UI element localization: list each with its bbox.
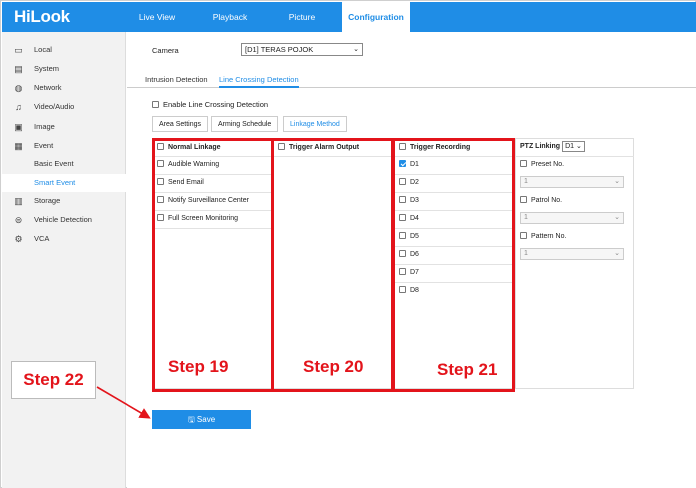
sidebar-item-label: System [34, 64, 60, 73]
pattern-row[interactable]: Pattern No. [520, 231, 566, 243]
hilook-logo: HiLook [14, 7, 70, 26]
patrol-value: 1 [524, 214, 528, 221]
event-icon: ▦ [14, 141, 23, 151]
sidebar-item-label: Storage [34, 196, 61, 205]
nav-live-view[interactable]: Live View [127, 2, 187, 32]
save-button[interactable]: 🖫 Save [152, 410, 251, 429]
video-audio-icon: ♫ [15, 102, 22, 112]
save-label: Save [196, 415, 216, 424]
image-icon: ▣ [14, 122, 23, 132]
preset-row[interactable]: Preset No. [520, 159, 564, 171]
sidebar-item-vca[interactable]: ⚙ VCA [2, 230, 126, 248]
checkbox[interactable] [520, 232, 527, 239]
ptz-linking-header: PTZ Linking D1 ⌄ [520, 140, 585, 154]
tab-line-crossing-detection[interactable]: Line Crossing Detection [219, 75, 299, 88]
step22-arrow-icon [96, 386, 151, 419]
step22-label: Step 22 [11, 361, 96, 399]
sidebar-item-basic-event[interactable]: Basic Event [2, 155, 126, 173]
sidebar-item-label: Image [34, 122, 55, 131]
preset-select[interactable]: 1 ⌄ [520, 176, 624, 188]
subtab-arming-schedule[interactable]: Arming Schedule [211, 116, 279, 132]
enable-checkbox[interactable] [152, 101, 159, 108]
sidebar-item-label: Local [34, 45, 52, 54]
preset-label: Preset No. [531, 161, 565, 168]
sidebar-item-image[interactable]: ▣ Image [2, 118, 126, 136]
sidebar-item-local[interactable]: ▭ Local [2, 41, 126, 59]
system-icon: ▤ [14, 64, 23, 74]
ptz-channel-select[interactable]: D1 ⌄ [562, 141, 585, 152]
sidebar-item-label: Basic Event [34, 159, 74, 168]
checkbox[interactable] [520, 196, 527, 203]
ptz-channel-value: D1 [565, 143, 575, 150]
nav-configuration[interactable]: Configuration [342, 2, 410, 32]
patrol-row[interactable]: Patrol No. [520, 195, 562, 207]
subtab-area-settings[interactable]: Area Settings [152, 116, 209, 132]
chevron-down-icon: ⌄ [614, 178, 620, 185]
sidebar-item-label: Event [34, 141, 54, 150]
preset-value: 1 [524, 178, 528, 185]
camera-select-value: [D1] TERAS POJOK [245, 45, 314, 54]
sidebar-item-storage[interactable]: ▥ Storage [2, 192, 126, 210]
step19-highlight-box [152, 138, 274, 392]
tab-intrusion-detection[interactable]: Intrusion Detection [145, 75, 208, 88]
checkbox[interactable] [520, 160, 527, 167]
enable-label: Enable Line Crossing Detection [163, 100, 269, 109]
sidebar-item-label: Network [34, 83, 62, 92]
nav-playback[interactable]: Playback [195, 2, 265, 32]
enable-line-crossing-row[interactable]: Enable Line Crossing Detection [152, 100, 268, 109]
sidebar-item-label: Vehicle Detection [34, 215, 92, 224]
camera-label: Camera [152, 46, 179, 55]
globe-icon: ◍ [14, 83, 23, 93]
camera-select[interactable]: [D1] TERAS POJOK ⌄ [241, 43, 363, 56]
nav-picture[interactable]: Picture [272, 2, 332, 32]
top-navigation-bar: HiLook Live View Playback Picture Config… [2, 2, 696, 32]
row-divider [516, 156, 634, 157]
pattern-label: Pattern No. [531, 233, 567, 240]
app-frame: HiLook Live View Playback Picture Config… [0, 0, 696, 488]
header-label: PTZ Linking [520, 143, 561, 150]
sidebar-item-video-audio[interactable]: ♫ Video/Audio [2, 98, 126, 116]
step21-highlight-box [392, 138, 515, 392]
sidebar-item-event[interactable]: ▦ Event [2, 137, 126, 155]
ptz-linking-column: PTZ Linking D1 ⌄ Preset No. 1 ⌄ Patrol No.… [516, 139, 634, 388]
pattern-select[interactable]: 1 ⌄ [520, 248, 624, 260]
sidebar-item-smart-event[interactable]: Smart Event [2, 174, 126, 192]
vca-icon: ⚙ [14, 234, 23, 244]
pattern-value: 1 [524, 250, 528, 257]
step20-highlight-box [271, 138, 394, 392]
save-icon: 🖫 [187, 415, 195, 424]
chevron-down-icon: ⌄ [614, 250, 620, 257]
chevron-down-icon: ⌄ [353, 46, 359, 53]
chevron-down-icon: ⌄ [575, 143, 582, 150]
vehicle-icon: ⊜ [14, 215, 23, 225]
step20-label: Step 20 [303, 357, 364, 376]
sidebar-item-label: VCA [34, 234, 50, 243]
sidebar-item-vehicle-detection[interactable]: ⊜ Vehicle Detection [2, 211, 126, 229]
subtab-linkage-method[interactable]: Linkage Method [283, 116, 347, 132]
detection-tabs: Intrusion Detection Line Crossing Detect… [127, 72, 696, 88]
storage-icon: ▥ [14, 196, 23, 206]
patrol-select[interactable]: 1 ⌄ [520, 212, 624, 224]
chevron-down-icon: ⌄ [614, 214, 620, 221]
sidebar-item-label: Video/Audio [34, 102, 75, 111]
step21-label: Step 21 [437, 360, 498, 379]
monitor-icon: ▭ [14, 45, 23, 55]
sidebar-item-network[interactable]: ◍ Network [2, 79, 126, 97]
sidebar-item-label: Smart Event [34, 178, 76, 187]
patrol-label: Patrol No. [531, 197, 563, 204]
sidebar-item-system[interactable]: ▤ System [2, 60, 126, 78]
step19-label: Step 19 [168, 357, 229, 376]
